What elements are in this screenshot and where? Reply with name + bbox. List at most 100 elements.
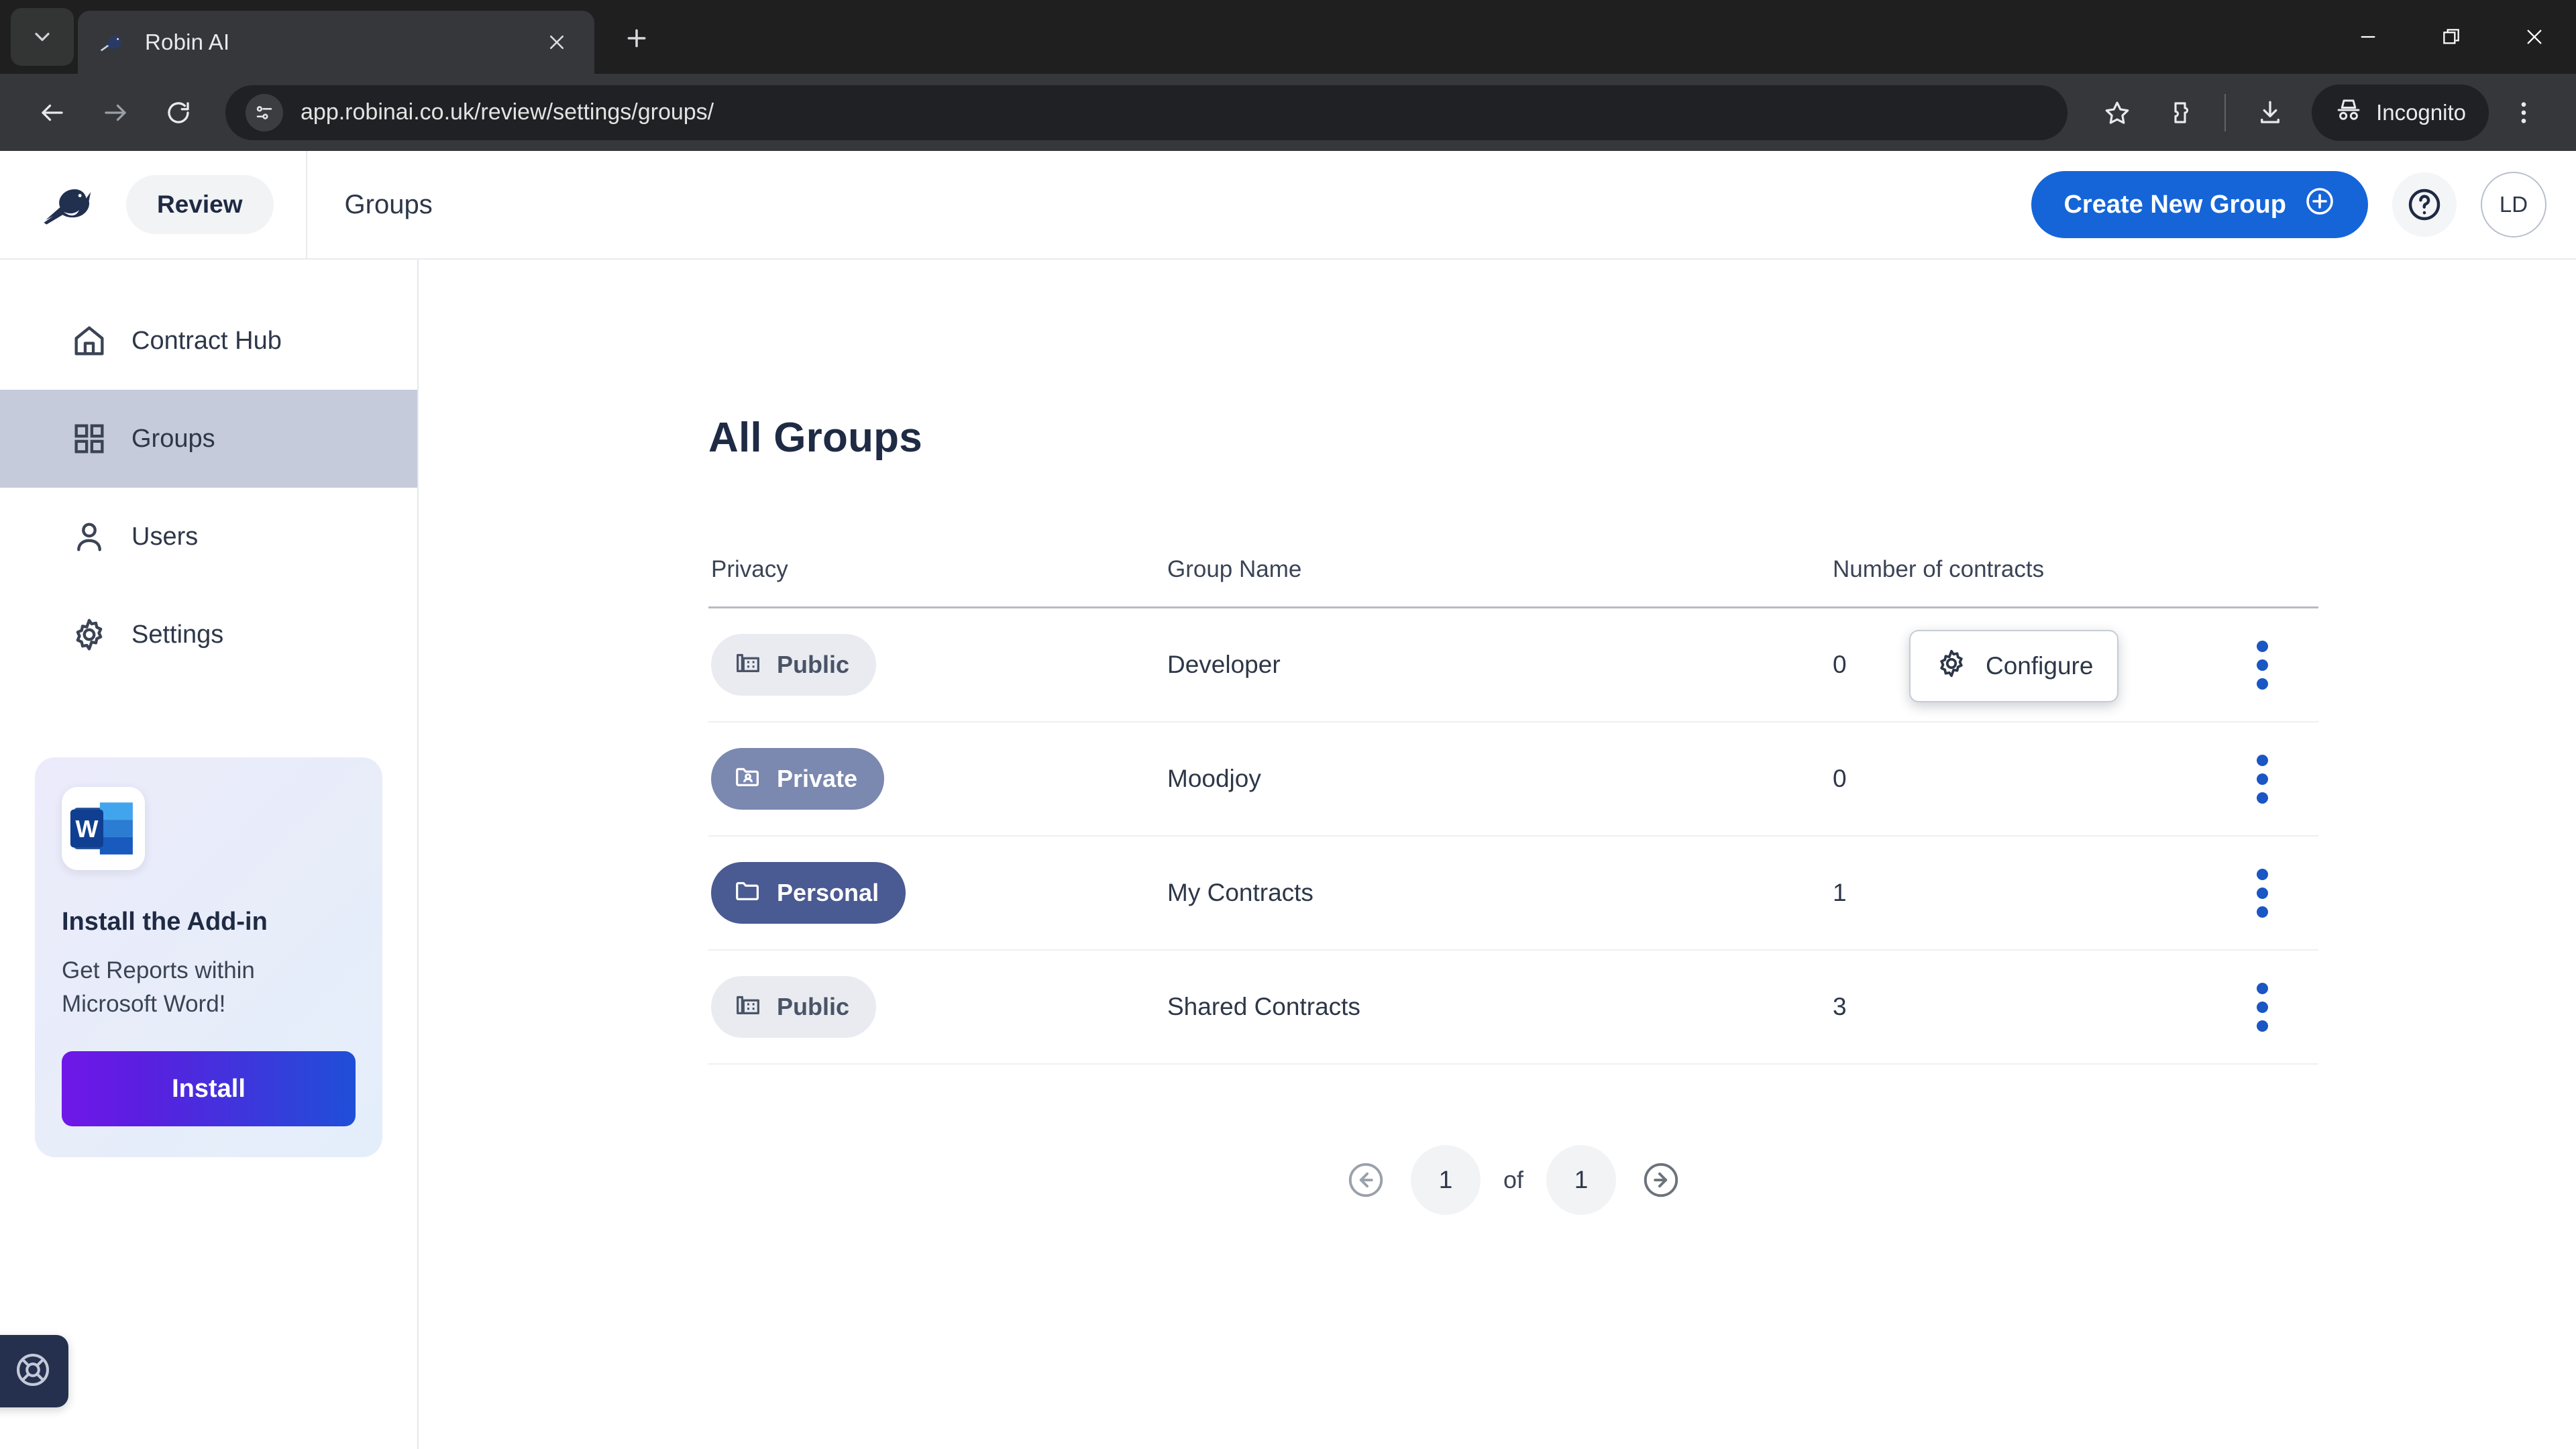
tab-strip: Robin AI: [0, 0, 2576, 74]
app-header: Review Groups Create New Group LD: [0, 151, 2576, 260]
toolbar-divider: [2224, 93, 2226, 131]
sidebar-item-settings[interactable]: Settings: [0, 586, 417, 684]
close-icon[interactable]: [2493, 0, 2576, 74]
building-icon: [733, 989, 763, 1026]
status-badge-label: Personal: [777, 879, 879, 906]
main-content: All Groups Privacy Group Name Number of …: [419, 260, 2576, 1449]
status-badge-label: Public: [777, 651, 850, 678]
lifebuoy-icon: [12, 1349, 54, 1394]
sidebar-item-label: Settings: [131, 620, 224, 649]
create-new-group-button[interactable]: Create New Group: [2031, 171, 2368, 238]
robin-bird-logo[interactable]: [40, 176, 98, 233]
avatar-initials: LD: [2499, 192, 2528, 217]
table-row[interactable]: Personal My Contracts 1: [708, 837, 2318, 951]
page-viewport: Review Groups Create New Group LD Contra…: [0, 151, 2576, 1449]
groups-table: Privacy Group Name Number of contracts P…: [708, 542, 2318, 1065]
group-name: My Contracts: [1167, 879, 1313, 906]
sidebar-item-contract-hub[interactable]: Contract Hub: [0, 292, 417, 390]
folder-icon: [733, 875, 763, 912]
table-row[interactable]: Private Moodjoy 0: [708, 722, 2318, 837]
forward-arrow-icon[interactable]: [87, 85, 144, 141]
sidebar-item-label: Groups: [131, 424, 215, 453]
group-name: Moodjoy: [1167, 765, 1261, 792]
close-icon[interactable]: [538, 23, 576, 61]
workspace-switcher[interactable]: Review: [126, 175, 274, 234]
extensions-icon[interactable]: [2152, 85, 2208, 141]
status-badge: Public: [711, 634, 877, 696]
sidebar-item-label: Users: [131, 522, 199, 551]
contracts-count: 1: [1833, 879, 1847, 906]
sidebar-item-groups[interactable]: Groups: [0, 390, 417, 488]
incognito-hat-icon: [2334, 96, 2363, 129]
restore-icon[interactable]: [2410, 0, 2493, 74]
avatar[interactable]: LD: [2481, 172, 2546, 237]
row-menu-button[interactable]: [2256, 754, 2268, 804]
header-actions: Create New Group LD: [2031, 171, 2546, 238]
three-dot-menu-icon[interactable]: [2496, 85, 2552, 141]
reload-icon[interactable]: [150, 85, 207, 141]
sidebar-item-label: Contract Hub: [131, 326, 282, 355]
group-name: Shared Contracts: [1167, 993, 1360, 1020]
sidebar: Contract Hub Groups Users Settings W Ins…: [0, 260, 419, 1449]
status-badge: Personal: [711, 862, 906, 924]
install-button-label: Install: [172, 1074, 246, 1103]
contracts-count: 3: [1833, 993, 1847, 1020]
column-header-group-name: Group Name: [1167, 556, 1302, 582]
support-widget[interactable]: [0, 1335, 68, 1407]
browser-tab[interactable]: Robin AI: [78, 11, 594, 74]
status-badge: Private: [711, 748, 885, 810]
status-badge-label: Public: [777, 993, 850, 1020]
row-menu-button[interactable]: [2256, 640, 2268, 690]
contracts-count: 0: [1833, 765, 1847, 792]
minimize-icon[interactable]: [2326, 0, 2410, 74]
url-text: app.robinai.co.uk/review/settings/groups…: [301, 99, 714, 125]
circle-right-arrow-icon[interactable]: [1639, 1158, 1683, 1202]
install-button[interactable]: Install: [62, 1051, 356, 1127]
address-bar[interactable]: app.robinai.co.uk/review/settings/groups…: [225, 85, 2068, 140]
header-divider: [305, 151, 307, 259]
status-badge: Public: [711, 976, 877, 1038]
download-icon[interactable]: [2242, 85, 2298, 141]
star-icon[interactable]: [2089, 85, 2145, 141]
tab-search-button[interactable]: [11, 8, 74, 66]
grid-icon: [70, 419, 109, 458]
gear-icon: [1935, 647, 1968, 686]
pagination-of-label: of: [1503, 1166, 1524, 1193]
column-header-privacy: Privacy: [711, 556, 788, 582]
status-badge-label: Private: [777, 765, 858, 792]
new-tab-button[interactable]: [612, 13, 661, 63]
promo-subtitle: Get Reports within Microsoft Word!: [62, 957, 255, 1017]
folder-person-icon: [733, 761, 763, 798]
section-heading: All Groups: [708, 415, 922, 461]
pagination: 1 of 1: [708, 1145, 2318, 1215]
workspace-label: Review: [157, 191, 243, 218]
user-icon: [70, 517, 109, 556]
building-icon: [733, 647, 763, 684]
row-menu-button[interactable]: [2256, 868, 2268, 918]
row-menu-button[interactable]: [2256, 982, 2268, 1032]
configure-menu-label: Configure: [1986, 652, 2094, 680]
back-arrow-icon[interactable]: [24, 85, 80, 141]
help-circle-icon[interactable]: [2392, 172, 2457, 237]
page-info-icon[interactable]: [246, 93, 283, 131]
incognito-badge[interactable]: Incognito: [2312, 84, 2489, 141]
window-controls: [2326, 0, 2576, 74]
table-row[interactable]: Public Developer 0 Configure: [708, 608, 2318, 722]
column-header-number-of-contracts: Number of contracts: [1833, 556, 2045, 582]
total-pages-chip: 1: [1546, 1145, 1617, 1215]
sidebar-item-users[interactable]: Users: [0, 488, 417, 586]
table-header-row: Privacy Group Name Number of contracts: [708, 542, 2318, 597]
home-icon: [70, 321, 109, 360]
promo-title: Install the Add-in: [62, 908, 268, 936]
current-page-chip[interactable]: 1: [1410, 1145, 1481, 1215]
tab-title: Robin AI: [145, 30, 230, 54]
gear-icon: [70, 615, 109, 654]
configure-context-menu[interactable]: Configure: [1909, 630, 2119, 702]
plus-circle-icon: [2304, 185, 2336, 224]
circle-left-arrow-icon[interactable]: [1344, 1158, 1388, 1202]
robin-bird-favicon: [97, 27, 127, 58]
svg-text:W: W: [75, 815, 99, 843]
table-row[interactable]: Public Shared Contracts 3: [708, 951, 2318, 1065]
app-body: Contract Hub Groups Users Settings W Ins…: [0, 260, 2576, 1449]
page-title: Groups: [344, 189, 433, 219]
